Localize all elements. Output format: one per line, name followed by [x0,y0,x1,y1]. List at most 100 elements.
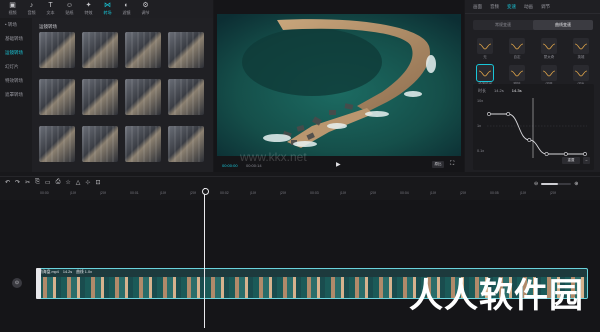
zoom-slider-fill [541,183,558,185]
y-axis-top-label: 10x [477,99,483,103]
curve-preset-icon [476,64,494,82]
media-toolbar: ▣ 视频 ♪ 音频 T 文本 ☺ 贴纸 ✦ 特效 ⋈ 转场 ◐ 滤镜 ⚙ 调节 [0,0,213,18]
transition-icon: ⋈ [104,2,111,9]
curve-control-point[interactable] [544,152,549,156]
toolbar-item-label: 贴纸 [65,10,74,15]
curve-control-point[interactable] [583,152,587,156]
reset-curve-button[interactable]: 重置 [562,157,580,164]
toolbar-item-transition[interactable]: ⋈ 转场 [99,0,116,18]
fullscreen-icon[interactable]: ⛶ [450,161,454,168]
tile-thumbnail [168,32,204,68]
timeline-tool-icon[interactable]: ✂ [25,179,30,186]
clip-duration: 14.2s [62,270,73,274]
track-cover-icon[interactable]: ⊙ [12,278,22,288]
speed-curve-editor[interactable]: 时长 14.2s 14.3s 10x 1x 0.1x 重置 − [473,84,594,170]
zoom-out-icon[interactable]: ⊖ [534,181,538,187]
speed-mode-option[interactable]: 常规变速 [473,20,533,30]
curve-preset[interactable]: 蒙太奇 [537,36,561,60]
timeline-ruler[interactable]: 00:00 |10f |20f 00:01 |10f |20f 00:02 |10f |20f 0… [0,190,600,200]
nav-item[interactable]: 幻灯片 [0,60,32,74]
timeline-tool-icon[interactable]: ☆ [65,179,70,186]
curve-preset[interactable]: 英雄 [569,36,593,60]
nav-item[interactable]: • 转场 [0,18,32,32]
timeline-tool-icon[interactable]: ↶ [5,179,10,186]
timeline-toolbar: ↶ ↷ ✂ ⎘ ▭ ⎙ ☆ △ ⊹ ⊡ ⊖ ⊕ [0,176,600,190]
tab-2[interactable]: 变速 [507,4,516,10]
media-icon: ▣ [9,2,16,9]
transition-tile[interactable] [39,32,75,68]
timeline-tool-icon[interactable]: ⊹ [85,179,90,186]
timeline-tool-icon[interactable]: ↷ [15,179,20,186]
toolbar-item-media[interactable]: ▣ 视频 [4,0,21,18]
toolbar-item-sticker[interactable]: ☺ 贴纸 [61,0,78,18]
nav-item[interactable]: 基础转场 [0,32,32,46]
transition-tile[interactable]: 向下 [168,79,204,115]
timeline-tool-icon[interactable]: ▭ [45,179,51,186]
speed-mode-option[interactable]: 曲线变速 [533,20,593,30]
text-icon: T [48,2,53,9]
timeline-tool-icon[interactable]: △ [76,179,81,186]
toolbar-item-audio[interactable]: ♪ 音频 [23,0,40,18]
properties-panel: 画面音频变速动画调节 常规变速曲线变速 无自定蒙太奇英雄子弹时间跳接闪进闪出 时… [465,0,600,172]
curve-control-point[interactable] [487,112,491,116]
tab-1[interactable]: 音频 [490,4,499,10]
y-axis-bottom-label: 0.1x [477,149,484,153]
delete-point-button[interactable]: − [583,157,590,164]
curve-preset[interactable]: 无 [473,36,497,60]
curve-preset-label: 自定 [513,55,521,59]
speed-curve-line [489,113,585,155]
clip-trim-handle[interactable] [36,268,41,299]
site-watermark-url: www.kkx.net [240,150,307,164]
transition-category-nav: • 转场 基础转场 运镜转场 幻灯片 特效转场 遮罩转场 [0,18,32,172]
transition-tile[interactable]: 拉远 [168,32,204,68]
ruler-tick-label: |10f [340,191,346,195]
sticker-icon: ☺ [65,2,74,9]
curve-preset[interactable]: 自定 [505,36,529,60]
timeline-tool-icon[interactable]: ⎘ [35,179,40,186]
ruler-tick-label: 00:02 [220,191,229,195]
timeline-tools: ↶ ↷ ✂ ⎘ ▭ ⎙ ☆ △ ⊹ ⊡ [5,179,100,186]
timeline-zoom[interactable]: ⊖ ⊕ [534,181,584,187]
zoom-in-icon[interactable]: ⊕ [574,181,578,187]
ruler-tick-label: |10f [430,191,436,195]
curve-control-point[interactable] [527,138,532,142]
tab-3[interactable]: 动画 [524,4,533,10]
curve-presets: 无自定蒙太奇英雄子弹时间跳接闪进闪出 [473,36,593,87]
transition-tile[interactable]: 推近 [125,32,161,68]
transition-tile[interactable]: 向右下 [125,126,161,162]
toolbar-item-label: 调节 [141,10,150,15]
play-button[interactable]: ▶ [336,161,341,168]
tab-4[interactable]: 调节 [541,4,550,10]
zoom-slider[interactable] [541,183,572,185]
transition-tile[interactable]: 向右 [82,79,118,115]
curve-control-point[interactable] [563,152,568,156]
timeline-tool-icon[interactable]: ⎙ [56,179,61,186]
ruler-tick-label: |10f [250,191,256,195]
transition-tile[interactable] [168,126,204,162]
toolbar-item-adjust[interactable]: ⚙ 调节 [137,0,154,18]
toolbar-item-text[interactable]: T 文本 [42,0,59,18]
nav-item[interactable]: 运镜转场 [0,46,32,60]
timeline-tool-icon[interactable]: ⊡ [95,179,100,186]
toolbar-item-filter[interactable]: ◐ 滤镜 [118,0,135,18]
curve-preset-icon [477,38,493,54]
nav-item[interactable]: 遮罩转场 [0,88,32,102]
original-ratio-button[interactable]: 原比 [432,161,444,168]
ruler-tick-label: |20f [370,191,376,195]
transition-tile[interactable]: 向左 [39,79,75,115]
transition-tile[interactable] [39,126,75,162]
preview-video[interactable] [217,14,461,156]
playhead[interactable] [202,188,209,328]
curve-control-point[interactable] [506,112,511,116]
transition-tile[interactable]: 向左下 [82,126,118,162]
filter-icon: ◐ [124,2,129,9]
nav-item[interactable]: 特效转场 [0,74,32,88]
speed-mode-toggle: 常规变速 曲线变速 [473,20,593,30]
transition-tile[interactable] [82,32,118,68]
transition-tile[interactable]: 向上 [125,79,161,115]
tile-thumbnail [39,32,75,68]
tile-thumbnail [168,79,204,115]
toolbar-item-effects[interactable]: ✦ 特效 [80,0,97,18]
tab-0[interactable]: 画面 [473,4,482,10]
curve-preset-icon [509,65,525,81]
